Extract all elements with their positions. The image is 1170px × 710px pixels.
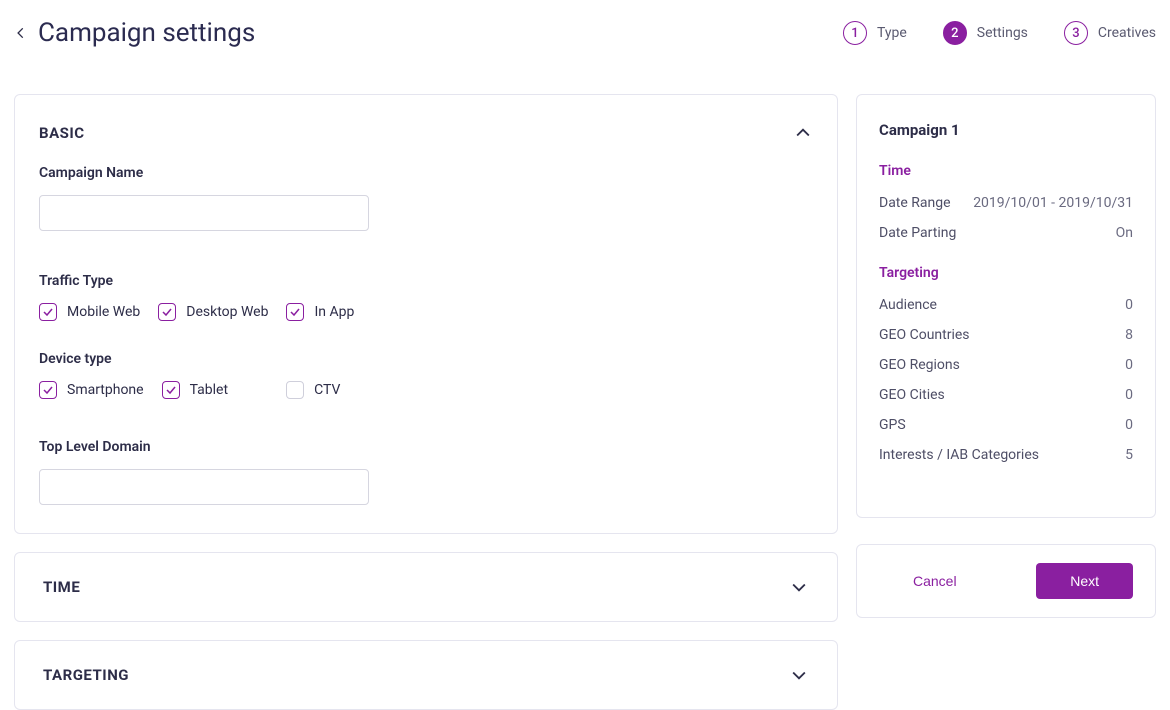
summary-targeting-label: Targeting	[879, 265, 1133, 281]
step-settings[interactable]: 2 Settings	[943, 21, 1028, 45]
traffic-label: In App	[314, 304, 354, 320]
device-type-row: Smartphone Tablet CTV	[39, 381, 813, 399]
basic-title: BASIC	[39, 124, 85, 142]
summary-card: Campaign 1 Time Date Range 2019/10/01 - …	[856, 94, 1156, 518]
page-title: Campaign settings	[38, 18, 255, 48]
step-number: 1	[843, 21, 867, 45]
basic-section: BASIC Campaign Name Traffic Type Mobile …	[14, 94, 838, 534]
summary-key: Date Parting	[879, 225, 956, 241]
step-label: Type	[877, 25, 907, 41]
step-label: Settings	[977, 25, 1028, 41]
summary-key: Interests / IAB Categories	[879, 447, 1039, 463]
device-label: CTV	[314, 382, 340, 398]
device-smartphone[interactable]: Smartphone	[39, 381, 144, 399]
summary-row: Audience 0	[879, 297, 1133, 313]
next-button[interactable]: Next	[1036, 563, 1133, 599]
summary-row: GPS 0	[879, 417, 1133, 433]
checkbox-icon[interactable]	[158, 303, 176, 321]
device-label: Tablet	[190, 382, 228, 398]
summary-row: Date Range 2019/10/01 - 2019/10/31	[879, 195, 1133, 211]
checkbox-icon[interactable]	[162, 381, 180, 399]
campaign-name-input[interactable]	[39, 195, 369, 231]
summary-time-label: Time	[879, 163, 1133, 179]
device-label: Smartphone	[67, 382, 144, 398]
summary-key: GEO Countries	[879, 327, 970, 343]
device-tablet[interactable]: Tablet	[162, 381, 228, 399]
chevron-down-icon[interactable]	[789, 577, 809, 597]
summary-row: GEO Regions 0	[879, 357, 1133, 373]
traffic-type-row: Mobile Web Desktop Web In App	[39, 303, 813, 321]
step-type[interactable]: 1 Type	[843, 21, 907, 45]
traffic-label: Mobile Web	[67, 304, 140, 320]
step-number: 3	[1064, 21, 1088, 45]
targeting-section[interactable]: TARGETING	[14, 640, 838, 710]
traffic-in-app[interactable]: In App	[286, 303, 354, 321]
stepper: 1 Type 2 Settings 3 Creatives	[843, 21, 1156, 45]
summary-title: Campaign 1	[879, 121, 1133, 139]
cancel-button[interactable]: Cancel	[903, 565, 967, 597]
chevron-up-icon[interactable]	[793, 123, 813, 143]
time-title: TIME	[43, 578, 80, 596]
summary-value: 2019/10/01 - 2019/10/31	[973, 195, 1133, 211]
checkbox-icon[interactable]	[39, 381, 57, 399]
summary-value: 0	[1125, 387, 1133, 403]
targeting-title: TARGETING	[43, 666, 129, 684]
summary-key: GEO Regions	[879, 357, 960, 373]
summary-key: GEO Cities	[879, 387, 945, 403]
top-bar: Campaign settings 1 Type 2 Settings 3 Cr…	[14, 14, 1156, 50]
traffic-type-label: Traffic Type	[39, 273, 813, 289]
summary-key: GPS	[879, 417, 906, 433]
time-section[interactable]: TIME	[14, 552, 838, 622]
summary-row: GEO Countries 8	[879, 327, 1133, 343]
campaign-name-label: Campaign Name	[39, 165, 813, 181]
action-card: Cancel Next	[856, 544, 1156, 618]
summary-value: 0	[1125, 297, 1133, 313]
summary-key: Audience	[879, 297, 937, 313]
summary-value: 0	[1125, 357, 1133, 373]
chevron-down-icon[interactable]	[789, 665, 809, 685]
tld-input[interactable]	[39, 469, 369, 505]
summary-row: Date Parting On	[879, 225, 1133, 241]
summary-key: Date Range	[879, 195, 951, 211]
checkbox-icon[interactable]	[286, 381, 304, 399]
checkbox-icon[interactable]	[39, 303, 57, 321]
device-ctv[interactable]: CTV	[286, 381, 340, 399]
step-label: Creatives	[1098, 25, 1156, 41]
checkbox-icon[interactable]	[286, 303, 304, 321]
traffic-desktop-web[interactable]: Desktop Web	[158, 303, 268, 321]
summary-row: Interests / IAB Categories 5	[879, 447, 1133, 463]
summary-value: 8	[1125, 327, 1133, 343]
step-creatives[interactable]: 3 Creatives	[1064, 21, 1156, 45]
summary-value: 5	[1125, 447, 1133, 463]
tld-label: Top Level Domain	[39, 439, 813, 455]
summary-row: GEO Cities 0	[879, 387, 1133, 403]
step-number: 2	[943, 21, 967, 45]
traffic-label: Desktop Web	[186, 304, 268, 320]
device-type-label: Device type	[39, 351, 813, 367]
back-icon[interactable]	[14, 26, 28, 40]
traffic-mobile-web[interactable]: Mobile Web	[39, 303, 140, 321]
summary-value: On	[1116, 225, 1133, 241]
summary-value: 0	[1125, 417, 1133, 433]
